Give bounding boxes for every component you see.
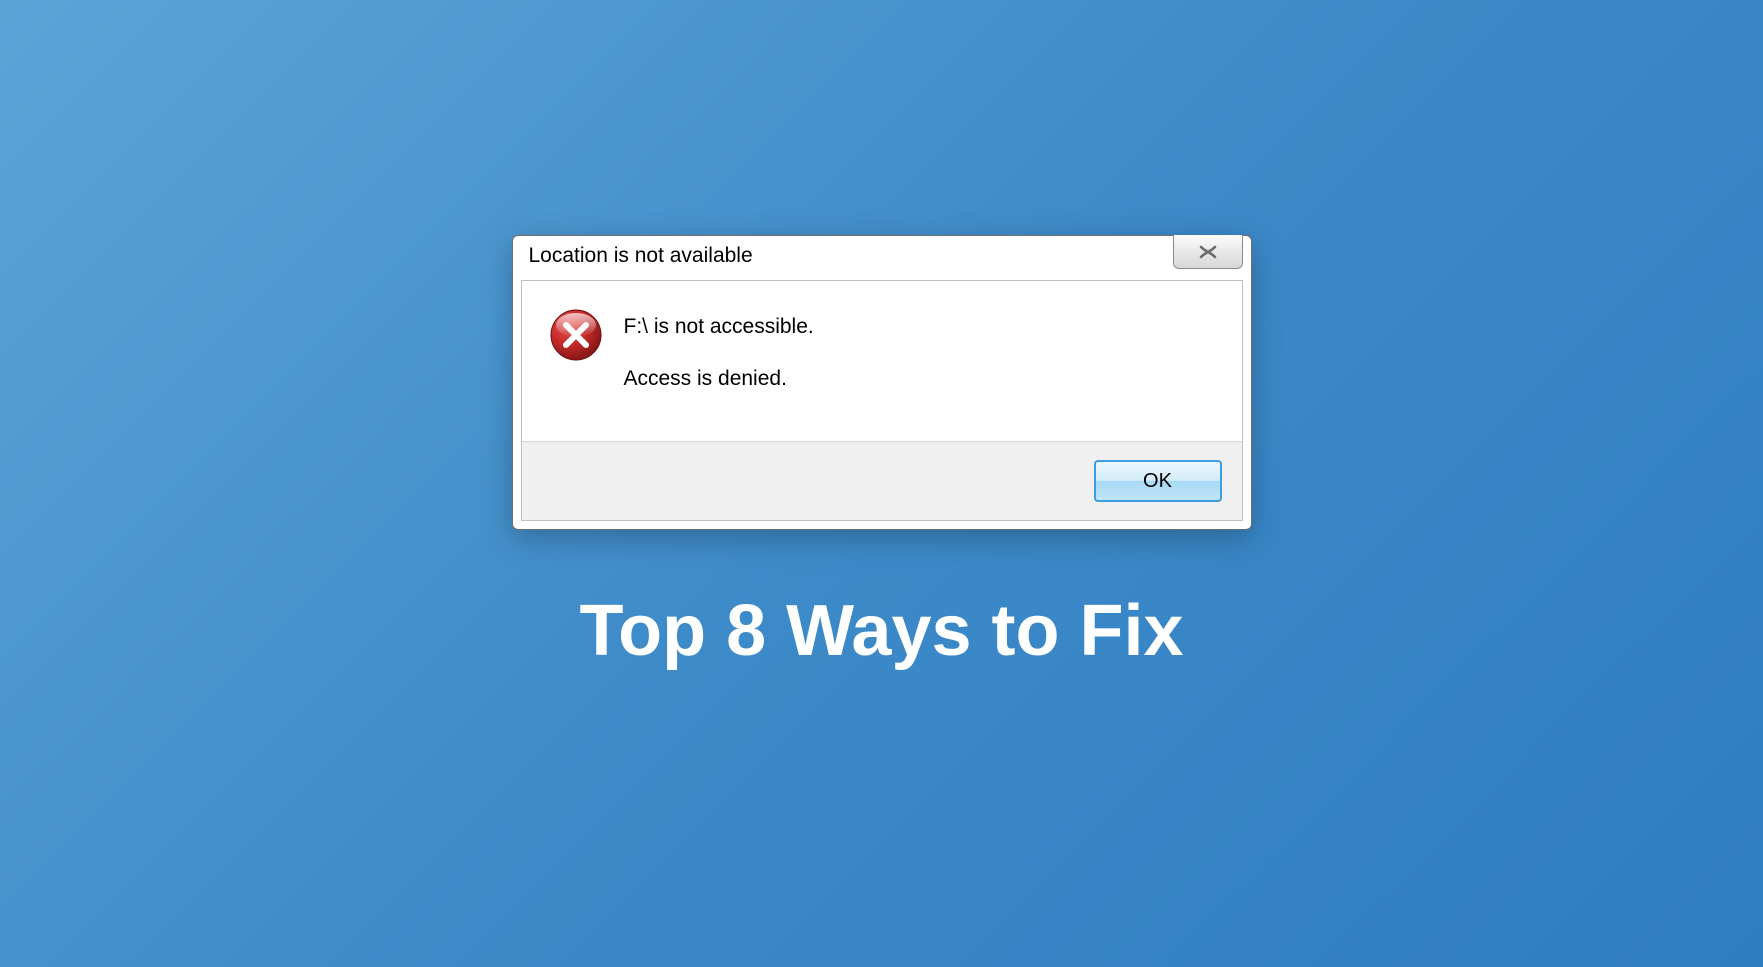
- headline-text: Top 8 Ways to Fix: [579, 590, 1183, 672]
- error-dialog: Location is not available: [512, 235, 1252, 530]
- ok-button[interactable]: OK: [1094, 460, 1222, 502]
- message-line-1: F:\ is not accessible.: [624, 315, 814, 339]
- error-icon: [550, 309, 602, 361]
- dialog-button-area: OK: [522, 441, 1242, 520]
- message-text-container: F:\ is not accessible. Access is denied.: [624, 309, 814, 391]
- dialog-title-bar: Location is not available: [513, 236, 1251, 276]
- message-line-2: Access is denied.: [624, 367, 814, 391]
- dialog-title: Location is not available: [529, 244, 753, 268]
- close-button[interactable]: [1173, 235, 1243, 269]
- message-section: F:\ is not accessible. Access is denied.: [522, 281, 1242, 441]
- close-icon: [1198, 245, 1218, 259]
- dialog-content: F:\ is not accessible. Access is denied.…: [521, 280, 1243, 521]
